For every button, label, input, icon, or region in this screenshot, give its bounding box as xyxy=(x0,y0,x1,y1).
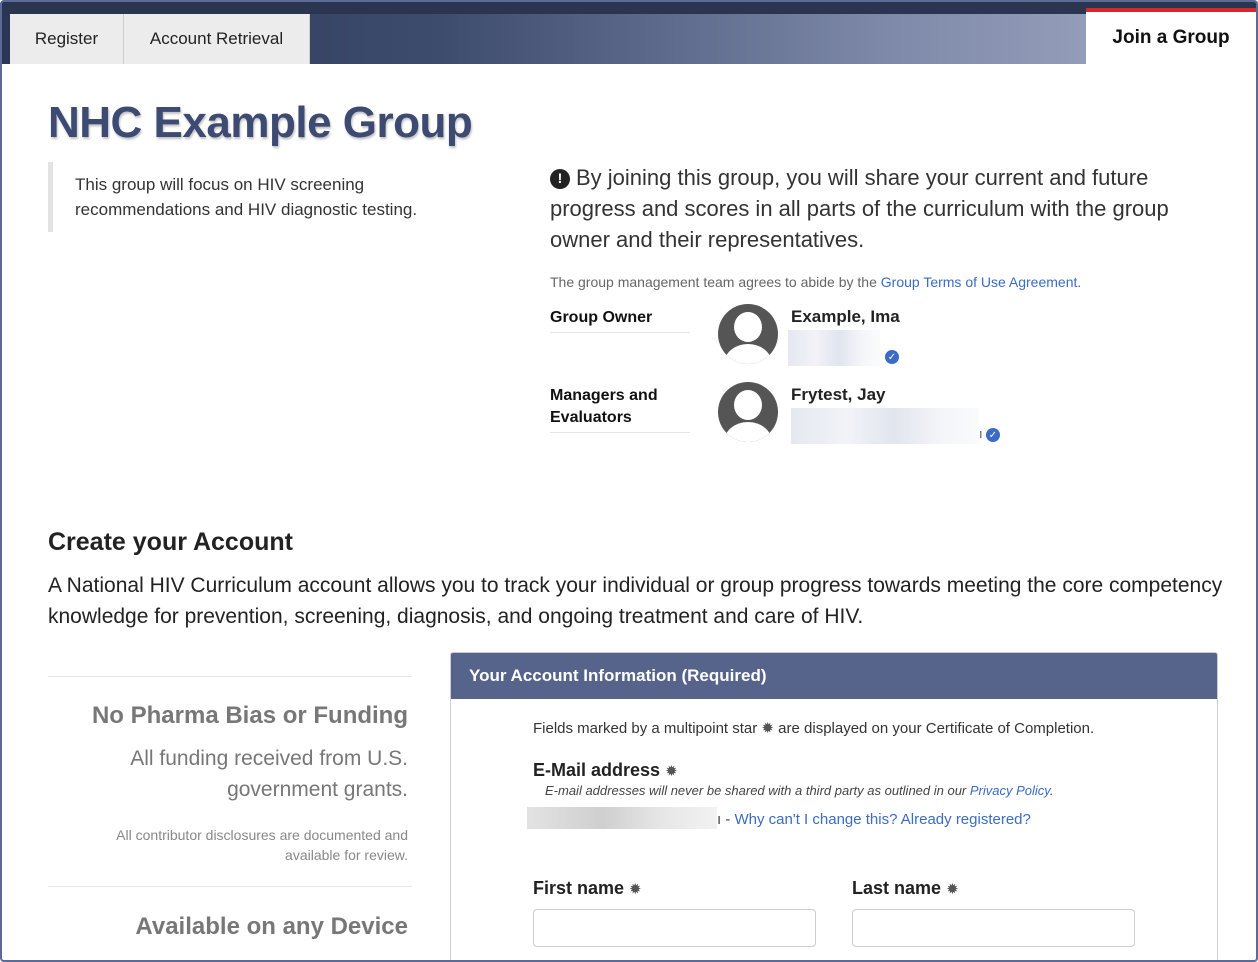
top-navigation: Register Account Retrieval Join a Group xyxy=(2,2,1256,64)
tab-register[interactable]: Register xyxy=(10,14,124,64)
terms-prefix: The group management team agrees to abid… xyxy=(550,274,881,290)
group-title: NHC Example Group xyxy=(48,98,473,147)
email-value-row: ı - Why can't I change this? Already reg… xyxy=(527,807,1031,829)
star-icon: ✹ xyxy=(629,881,642,898)
privacy-policy-link[interactable]: Privacy Policy xyxy=(970,783,1050,798)
first-name-label-text: First name xyxy=(533,878,625,898)
feature-divider xyxy=(48,676,412,677)
page-frame: Register Account Retrieval Join a Group … xyxy=(0,0,1258,962)
owner-email-redacted xyxy=(788,330,880,366)
feature-note-disclosures: All contributor disclosures are document… xyxy=(116,827,408,863)
feature-title-no-pharma: No Pharma Bias or Funding xyxy=(91,702,408,729)
owner-verified-icon: ✓ xyxy=(885,350,899,364)
email-label-text: E-Mail address xyxy=(533,760,661,780)
star-icon: ✹ xyxy=(665,763,678,780)
feature-title-any-device: Available on any Device xyxy=(135,913,408,940)
terms-link[interactable]: Group Terms of Use Agreement. xyxy=(881,274,1082,290)
group-description: This group will focus on HIV screening r… xyxy=(48,162,478,232)
create-account-title: Create your Account xyxy=(48,528,293,556)
star-icon: ✹ xyxy=(946,881,959,898)
panel-header: Your Account Information (Required) xyxy=(451,653,1217,699)
join-notice-text: By joining this group, you will share yo… xyxy=(550,165,1169,252)
email-value-tail: ı - xyxy=(717,811,735,828)
tab-join-a-group[interactable]: Join a Group xyxy=(1086,8,1256,64)
owner-name: Example, Ima xyxy=(791,307,900,326)
manager-avatar-icon xyxy=(718,382,778,442)
certificate-note: Fields marked by a multipoint star ✹ are… xyxy=(533,719,1094,737)
managers-label: Managers and Evaluators xyxy=(550,385,690,433)
email-hint-prefix: E-mail addresses will never be shared wi… xyxy=(545,783,970,798)
manager-email-redacted xyxy=(791,408,979,444)
create-account-description: A National HIV Curriculum account allows… xyxy=(48,574,1223,628)
manager-email-tail: ı xyxy=(979,426,983,441)
owner-avatar-icon xyxy=(718,304,778,364)
alert-icon: ! xyxy=(550,168,570,189)
first-name-label: First name ✹ xyxy=(533,878,642,899)
account-info-panel: Your Account Information (Required) Fiel… xyxy=(450,652,1218,960)
feature-divider xyxy=(48,886,412,887)
manager-name: Frytest, Jay xyxy=(791,385,886,404)
join-notice: ! By joining this group, you will share y… xyxy=(550,162,1220,255)
certificate-note-suffix: are displayed on your Certificate of Com… xyxy=(774,720,1095,737)
top-strip xyxy=(2,2,1256,14)
email-value-redacted xyxy=(527,807,717,829)
last-name-label-text: Last name xyxy=(852,878,942,898)
email-hint-suffix: . xyxy=(1049,783,1054,798)
group-owner-label: Group Owner xyxy=(550,307,690,333)
tab-account-retrieval[interactable]: Account Retrieval xyxy=(124,14,310,64)
last-name-label: Last name ✹ xyxy=(852,878,959,899)
email-change-link[interactable]: Why can't I change this? Already registe… xyxy=(735,811,1031,828)
terms-line: The group management team agrees to abid… xyxy=(550,274,1081,290)
feature-subtitle-funding: All funding received from U.S. governmen… xyxy=(130,747,408,801)
email-label: E-Mail address ✹ xyxy=(533,760,678,781)
star-icon: ✹ xyxy=(761,720,774,737)
last-name-input[interactable] xyxy=(852,909,1135,947)
certificate-note-prefix: Fields marked by a multipoint star xyxy=(533,720,762,737)
manager-verified-icon: ✓ xyxy=(986,428,1000,442)
first-name-input[interactable] xyxy=(533,909,816,947)
email-hint: E-mail addresses will never be shared wi… xyxy=(545,783,1053,798)
